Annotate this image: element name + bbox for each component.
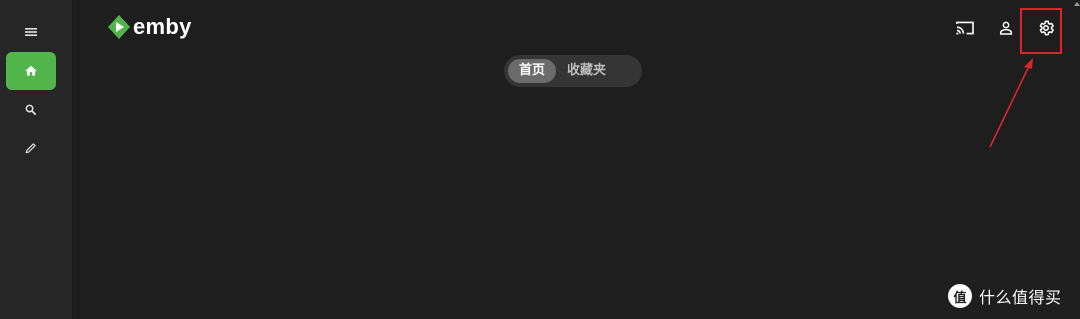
emby-logo[interactable]: emby <box>108 14 192 40</box>
left-sidebar <box>0 0 73 319</box>
sidebar-item-search[interactable] <box>6 91 56 129</box>
scroll-up-icon[interactable] <box>1072 0 1080 8</box>
cast-icon <box>956 21 974 35</box>
settings-highlight-box <box>1020 8 1062 54</box>
emby-app: emby 首页 收藏夹 值 什么值得买 <box>0 0 1080 319</box>
tab-favorites[interactable]: 收藏夹 <box>556 59 617 83</box>
cast-button[interactable] <box>951 14 979 42</box>
user-icon <box>999 21 1013 35</box>
user-button[interactable] <box>992 14 1020 42</box>
sidebar-item-home[interactable] <box>6 52 56 90</box>
annotation-arrow <box>989 58 1033 148</box>
brand-name: emby <box>133 14 192 39</box>
emby-logo-icon <box>108 15 130 39</box>
sidebar-item-edit[interactable] <box>6 129 56 167</box>
sidebar-menu-button[interactable] <box>6 13 56 51</box>
menu-icon <box>25 28 37 36</box>
edit-icon <box>25 143 36 154</box>
search-icon <box>25 104 37 116</box>
home-tabs: 首页 收藏夹 <box>504 55 642 87</box>
watermark: 值 什么值得买 <box>948 283 1062 309</box>
watermark-text: 什么值得买 <box>979 288 1062 307</box>
watermark-badge: 值 <box>948 284 972 308</box>
tab-home[interactable]: 首页 <box>508 59 557 83</box>
home-icon <box>25 65 37 76</box>
